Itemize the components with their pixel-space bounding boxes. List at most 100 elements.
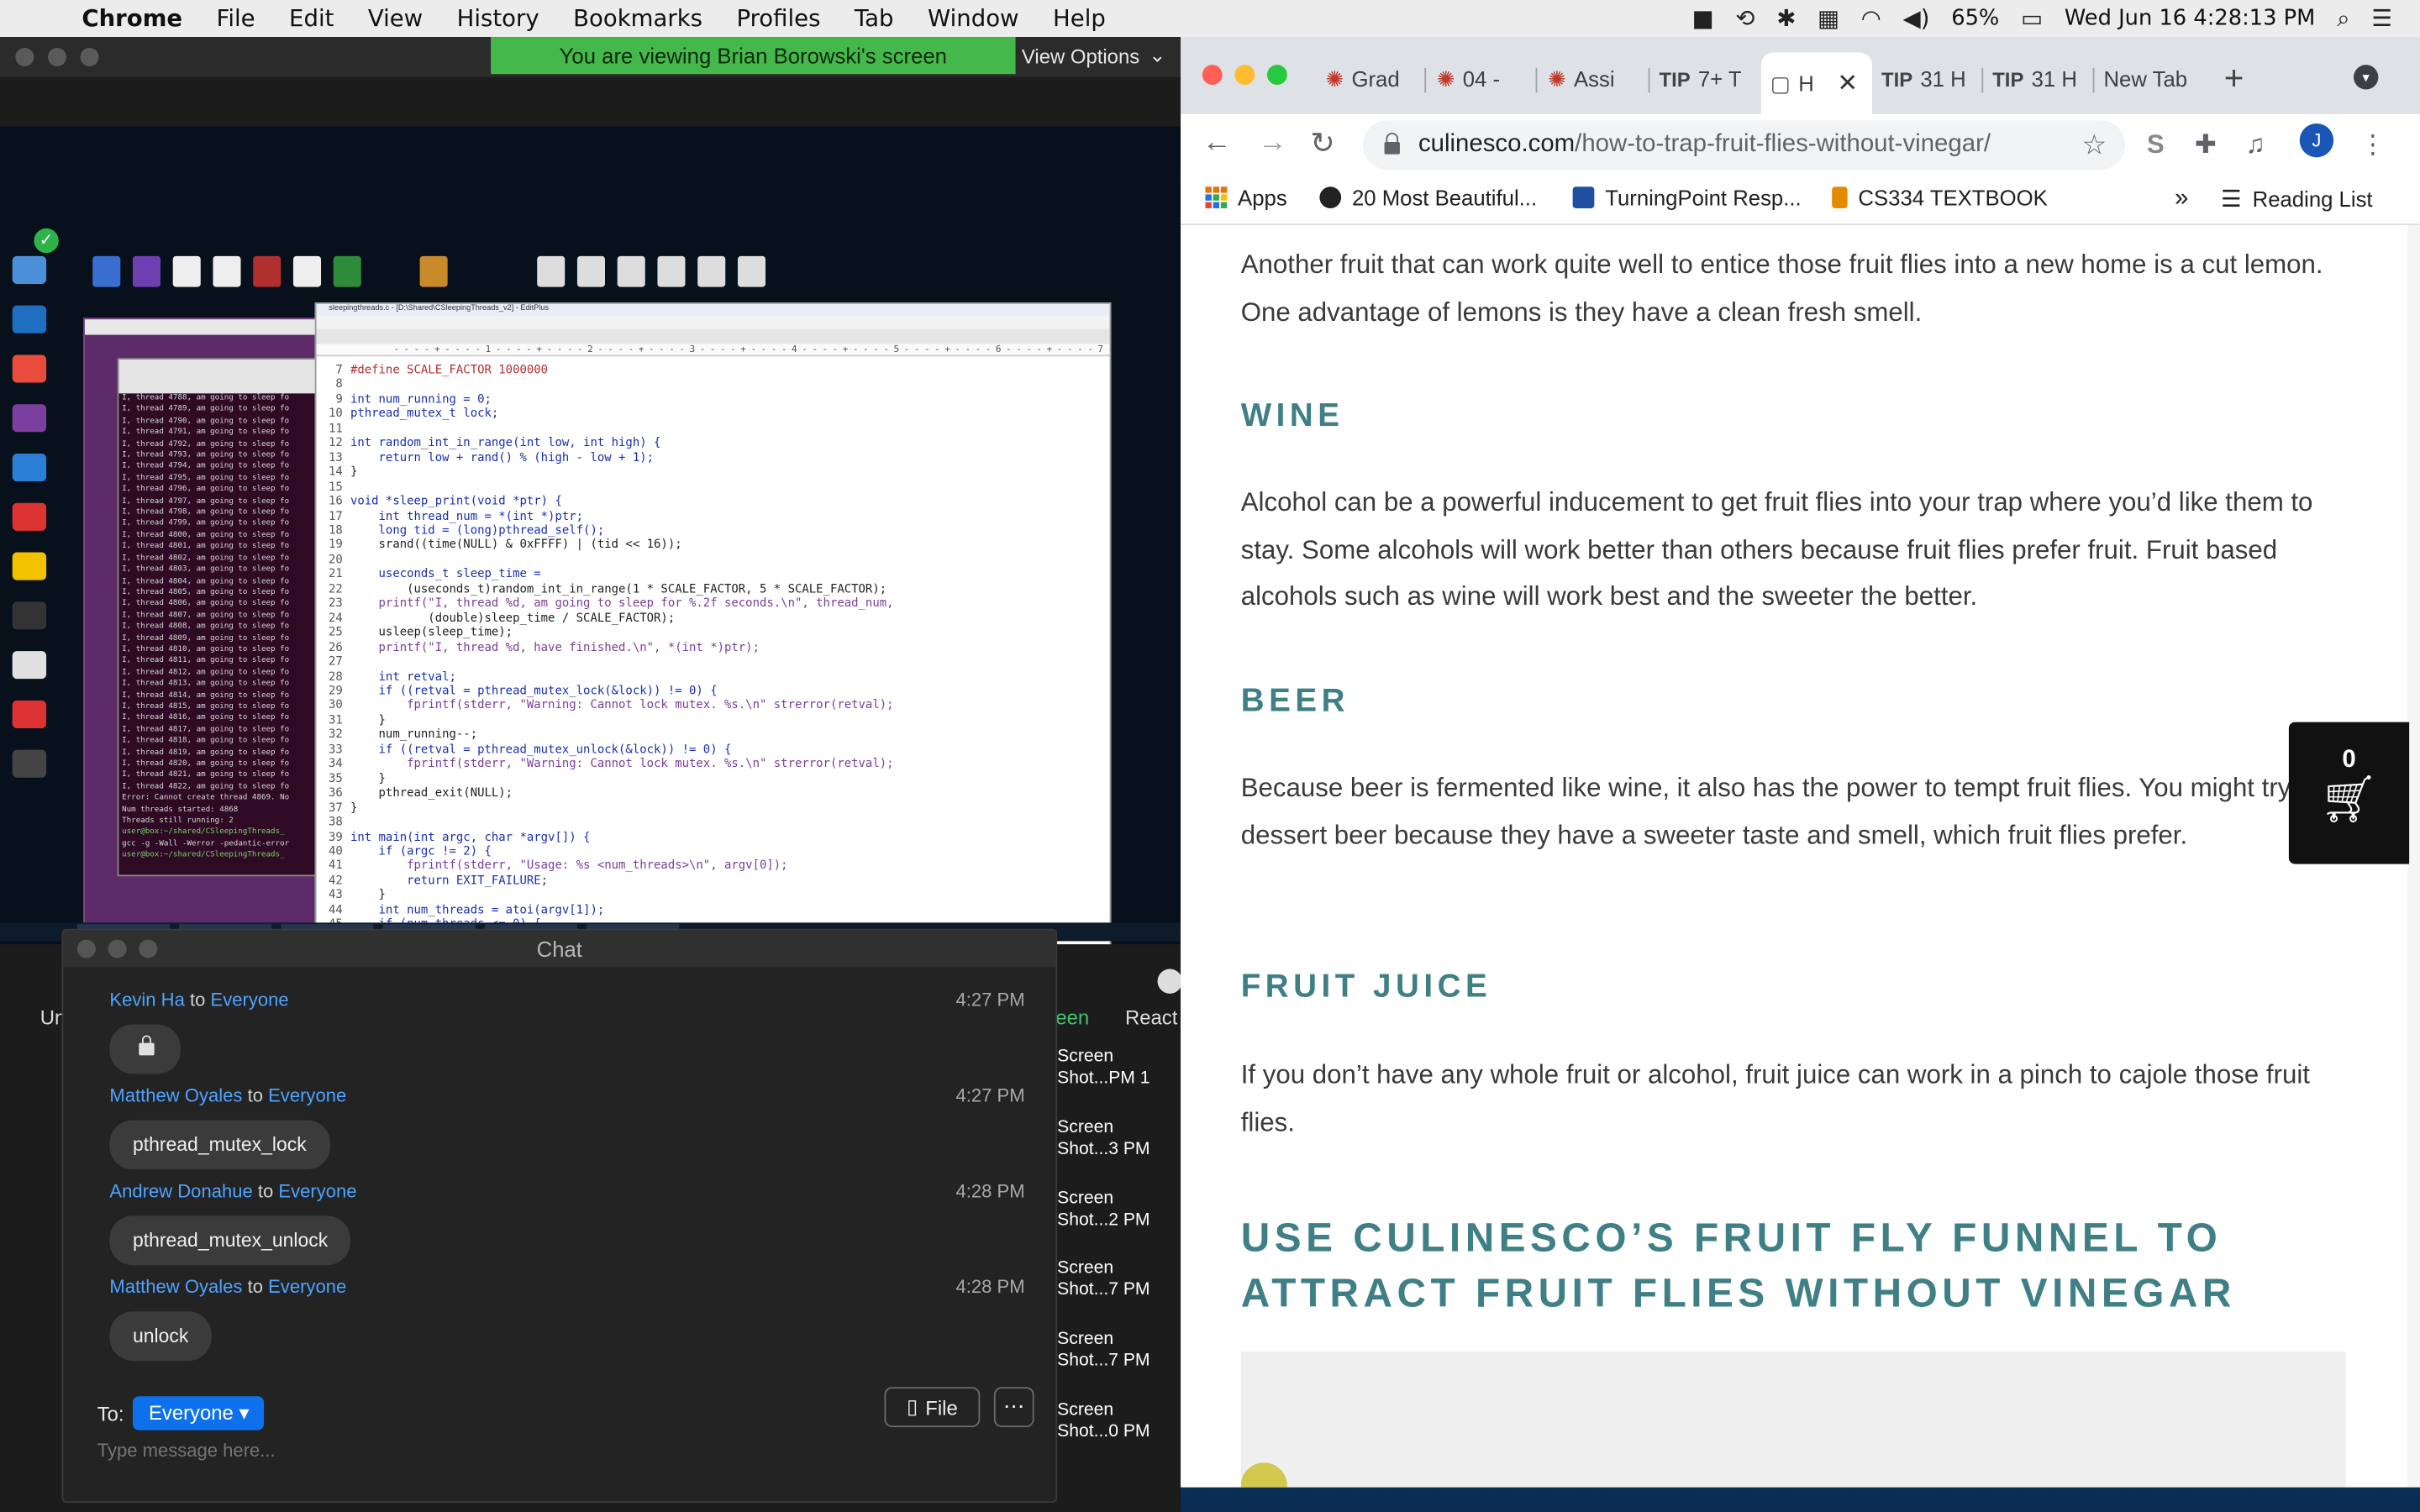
menu-edit[interactable]: Edit	[272, 5, 351, 33]
sender-name[interactable]: Matthew Oyales	[109, 1276, 242, 1298]
time-machine-icon[interactable]: ⟲	[1735, 5, 1754, 33]
recipient-name[interactable]: Everyone	[268, 1084, 346, 1106]
desktop-icon[interactable]	[12, 700, 47, 728]
tab[interactable]: New Tab	[2094, 57, 2205, 100]
chrome-menu-icon[interactable]: ⋮	[2360, 129, 2386, 160]
menu-history[interactable]: History	[439, 5, 555, 33]
menu-help[interactable]: Help	[1036, 5, 1123, 33]
close-dot-icon[interactable]	[76, 939, 96, 958]
tab-search-icon[interactable]: ▾	[2354, 65, 2379, 90]
tab[interactable]: ✺ Assi	[1539, 57, 1647, 100]
desktop-icon[interactable]	[253, 255, 281, 287]
bluetooth-icon[interactable]: ✱	[1776, 5, 1796, 33]
code-area[interactable]: 7 #define SCALE_FACTOR 1000000 8 9 int num_r…	[317, 363, 1104, 944]
forward-arrow-icon[interactable]: →	[1258, 127, 1287, 160]
tab[interactable]: TIP 31 H	[1872, 57, 1981, 100]
desktop-icon[interactable]	[12, 454, 47, 482]
menu-window[interactable]: Window	[911, 5, 1036, 33]
zoom-dot-icon[interactable]	[80, 47, 99, 66]
desktop-icon[interactable]	[419, 255, 448, 287]
start-button[interactable]	[6, 924, 67, 939]
maximize-window-icon[interactable]	[1266, 65, 1287, 86]
desktop-icon[interactable]	[12, 749, 47, 778]
desktop-file-label[interactable]: Screen Shot...PM 1	[1057, 1046, 1165, 1089]
extensions-puzzle-icon[interactable]: ✚	[2195, 129, 2217, 160]
page-scrollbar[interactable]	[2407, 225, 2420, 1488]
desktop-file-label[interactable]: Screen Shot...2 PM	[1057, 1188, 1165, 1231]
menu-app-chrome[interactable]: Chrome	[65, 5, 199, 33]
profile-avatar[interactable]: J	[2299, 123, 2334, 158]
tab[interactable]: TIP 7+ T	[1649, 57, 1760, 100]
cart-widget[interactable]: 0 🛒︎	[2288, 722, 2410, 864]
recipient-name[interactable]: Everyone	[278, 1180, 356, 1202]
tab[interactable]: TIP 31 H	[1983, 57, 2091, 100]
file-button[interactable]: ▯ File	[884, 1387, 981, 1427]
reactions-label[interactable]: React	[1125, 1006, 1177, 1030]
desktop-file-label[interactable]: Screen Shot...7 PM	[1057, 1328, 1165, 1371]
menu-tab[interactable]: Tab	[838, 5, 911, 33]
bookmark-item[interactable]: TurningPoint Resp...	[1572, 185, 1802, 210]
new-tab-button[interactable]: +	[2224, 59, 2244, 99]
zoom-dot-icon[interactable]	[139, 939, 158, 958]
extension-s-icon[interactable]: S	[2147, 129, 2165, 160]
desktop-icon[interactable]	[12, 502, 47, 531]
desktop-icon[interactable]	[132, 255, 161, 287]
tab[interactable]: ✺ Grad	[1317, 57, 1418, 100]
minimize-window-icon[interactable]	[1234, 65, 1255, 86]
address-bar[interactable]: culinesco.com/how-to-trap-fruit-flies-wi…	[1362, 120, 2126, 171]
volume-icon[interactable]: ◀)	[1903, 5, 1930, 33]
minimize-dot-icon[interactable]	[47, 47, 66, 66]
screen-label[interactable]: een	[1055, 1006, 1089, 1030]
reload-icon[interactable]: ↻	[1310, 127, 1334, 162]
smiley-icon[interactable]	[1157, 969, 1182, 994]
more-options-button[interactable]: ⋯	[993, 1387, 1034, 1427]
close-dot-icon[interactable]	[15, 47, 34, 66]
desktop-icon[interactable]	[12, 601, 47, 630]
desktop-icon[interactable]	[12, 354, 47, 383]
desktop-icon[interactable]	[537, 255, 566, 287]
sender-name[interactable]: Andrew Donahue	[109, 1180, 252, 1202]
close-tab-icon[interactable]: ✕	[1837, 68, 1858, 99]
recipient-dropdown[interactable]: Everyone ▾	[133, 1396, 265, 1431]
reading-list-button[interactable]: ☰ Reading List	[2221, 185, 2373, 213]
desktop-icon[interactable]	[92, 255, 121, 287]
menu-profiles[interactable]: Profiles	[719, 5, 837, 33]
desktop-file-label[interactable]: Screen Shot...7 PM	[1057, 1257, 1165, 1300]
terminal-window[interactable]: I, thread 4788, am going to sleep fo I, t…	[117, 358, 324, 877]
desktop-icon[interactable]	[617, 255, 645, 287]
editplus-window[interactable]: sleepingthreads.c - [D:\Shared\CSleeping…	[314, 302, 1112, 945]
desktop-file-label[interactable]: Screen Shot...3 PM	[1057, 1117, 1165, 1160]
desktop-icon[interactable]	[576, 255, 606, 287]
tab[interactable]: ✺ 04 -	[1428, 57, 1529, 100]
media-control-icon[interactable]: ♫	[2245, 129, 2265, 160]
desktop-icon[interactable]	[697, 255, 726, 287]
view-options-button[interactable]: View Options ⌄	[1022, 37, 1165, 74]
desktop-file-label[interactable]: Screen Shot...0 PM	[1057, 1399, 1165, 1442]
desktop-icon[interactable]	[12, 305, 47, 333]
battery-icon[interactable]: ▭	[2021, 5, 2043, 33]
zoom-status-icon[interactable]: ■	[1692, 5, 1714, 33]
sender-name[interactable]: Kevin Ha	[109, 989, 184, 1011]
desktop-icon[interactable]	[12, 651, 47, 680]
desktop-icon[interactable]	[172, 255, 201, 287]
desktop-icon[interactable]	[213, 255, 241, 287]
menu-view[interactable]: View	[351, 5, 440, 33]
bookmark-item[interactable]: 20 Most Beautiful...	[1319, 185, 1537, 210]
menu-bookmarks[interactable]: Bookmarks	[556, 5, 719, 33]
bookmark-apps[interactable]: Apps	[1205, 185, 1287, 210]
keyboard-icon[interactable]: ▦	[1818, 5, 1839, 33]
lock-icon[interactable]	[1384, 132, 1400, 155]
bookmark-star-icon[interactable]: ☆	[2081, 129, 2107, 161]
recipient-name[interactable]: Everyone	[211, 989, 289, 1011]
desktop-icon[interactable]	[292, 255, 322, 287]
chat-message-input[interactable]	[97, 1439, 1023, 1462]
desktop-icon[interactable]	[12, 255, 47, 284]
minimize-dot-icon[interactable]	[108, 939, 127, 958]
wifi-icon[interactable]: ◠	[1861, 5, 1881, 33]
recipient-name[interactable]: Everyone	[268, 1276, 346, 1298]
bookmark-item[interactable]: CS334 TEXTBOOK	[1832, 185, 2048, 210]
desktop-icon[interactable]	[12, 404, 47, 433]
spotlight-search-icon[interactable]: ⌕	[2337, 5, 2349, 33]
desktop-icon[interactable]	[12, 552, 47, 580]
more-bookmarks-icon[interactable]: »	[2175, 185, 2188, 213]
